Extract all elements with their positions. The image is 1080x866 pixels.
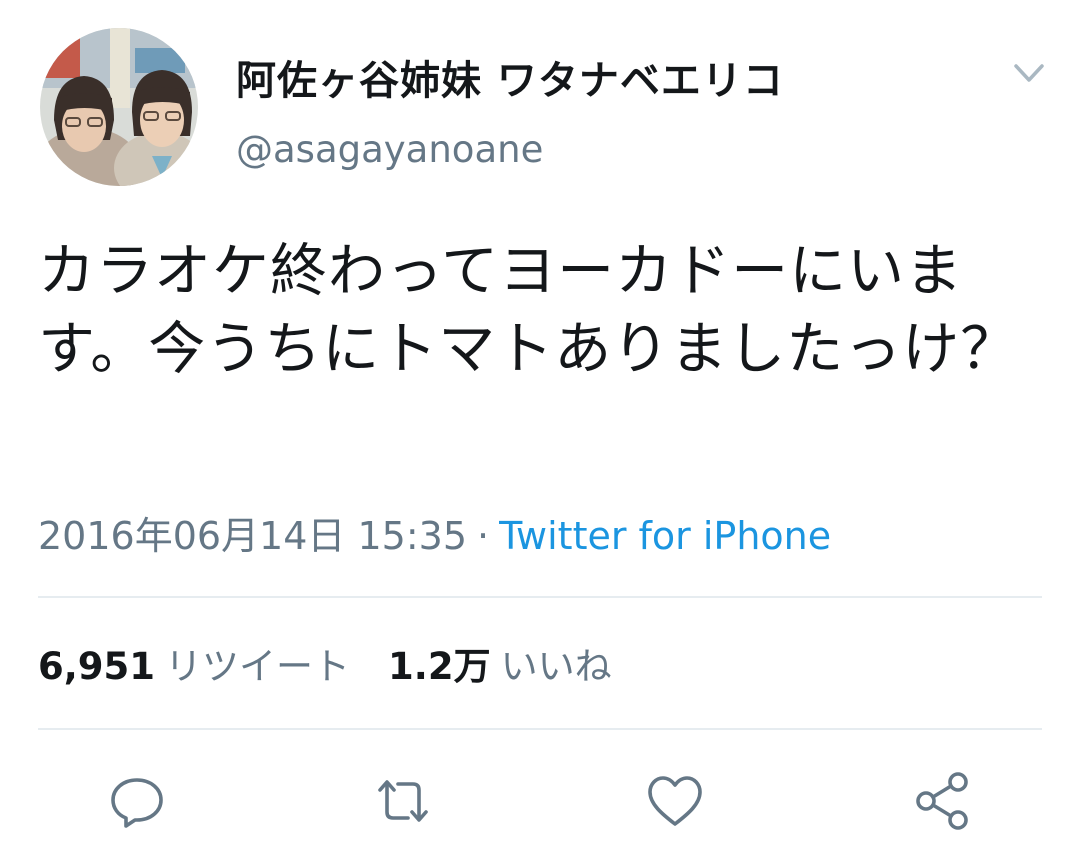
tweet-text: カラオケ終わってヨーカドーにいます。今うちにトマトありましたっけ？ (38, 238, 1019, 382)
tweet-stats: 6,951 リツイート 1.2万 いいね (38, 636, 612, 690)
share-icon (916, 772, 968, 830)
reply-button[interactable] (104, 768, 170, 834)
retweets-stat[interactable]: 6,951 リツイート (38, 645, 350, 688)
share-button[interactable] (910, 768, 976, 834)
divider (38, 728, 1042, 730)
likes-count: 1.2万 (388, 645, 491, 688)
avatar-photo (40, 28, 198, 186)
like-button[interactable] (642, 768, 708, 834)
retweets-label: リツイート (165, 645, 351, 688)
user-handle[interactable]: @asagayanoane (236, 128, 543, 171)
tweet-source-link[interactable]: Twitter for iPhone (499, 514, 831, 558)
retweets-count: 6,951 (38, 645, 156, 688)
likes-stat[interactable]: 1.2万 いいね (388, 645, 612, 688)
tweet-timestamp[interactable]: 2016年06月14日 15:35 (38, 514, 467, 558)
retweet-button[interactable] (370, 768, 436, 834)
likes-label: いいね (500, 645, 612, 688)
tweet-meta: 2016年06月14日 15:35 · Twitter for iPhone (38, 505, 831, 560)
avatar[interactable] (40, 28, 198, 186)
reply-icon (111, 778, 163, 828)
like-icon (648, 776, 702, 826)
meta-separator: · (477, 514, 490, 558)
chevron-down-icon[interactable] (1004, 54, 1054, 94)
tweet-card: 阿佐ヶ谷姉妹 ワタナベエリコ @asagayanoane カラオケ終わってヨーカ… (0, 0, 1080, 866)
divider (38, 596, 1042, 598)
retweet-icon (378, 780, 428, 822)
display-name[interactable]: 阿佐ヶ谷姉妹 ワタナベエリコ (236, 48, 784, 106)
